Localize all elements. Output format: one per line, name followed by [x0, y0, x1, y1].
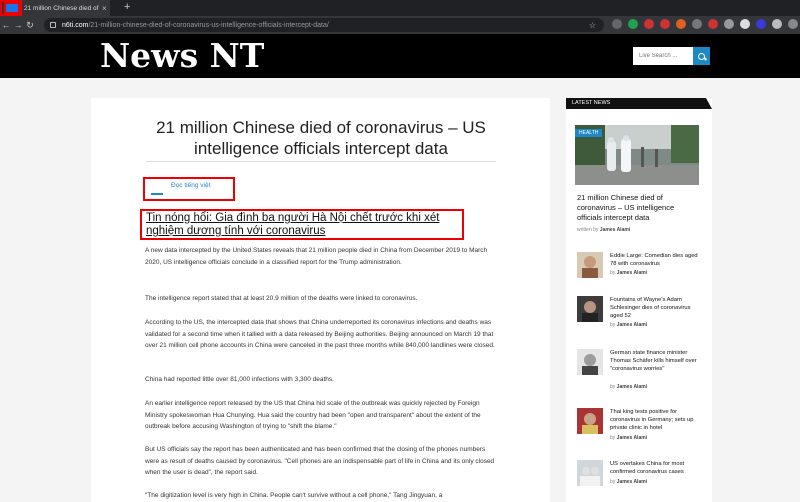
url-input[interactable]: n6ti.com /21-million-chinese-died-of-cor… — [44, 18, 604, 32]
bookmark-star-icon[interactable]: ☆ — [589, 21, 596, 30]
address-bar-row: ← → ↻ n6ti.com /21-million-chinese-died-… — [0, 16, 800, 34]
article-paragraph: China had reported little over 81,000 in… — [145, 376, 334, 383]
article-paragraph: An earlier intelligence report released … — [145, 400, 481, 430]
news-byline: by James Alami — [610, 435, 647, 441]
tab-title: 21 million Chinese died of corona — [24, 4, 100, 12]
latest-news-sidebar: LATEST NEWS HEALTH 21 million Chinese di… — [566, 98, 712, 502]
forward-icon[interactable]: → — [12, 20, 24, 30]
site-logo[interactable]: News NT — [100, 36, 264, 75]
news-title[interactable]: US overtakes China for most confirmed co… — [610, 460, 705, 476]
news-byline: by James Alami — [610, 322, 647, 328]
extension-icon[interactable] — [724, 19, 734, 29]
extension-icon[interactable] — [628, 19, 638, 29]
news-thumbnail[interactable] — [577, 252, 603, 278]
extension-icon[interactable] — [708, 19, 718, 29]
tab-close-icon[interactable]: × — [102, 4, 107, 13]
article-card: 21 million Chinese died of coronavirus –… — [91, 98, 550, 502]
news-thumbnail[interactable] — [577, 460, 603, 486]
news-thumbnail[interactable] — [577, 296, 603, 322]
extension-icon[interactable] — [660, 19, 670, 29]
extension-icon[interactable] — [740, 19, 750, 29]
article-headline: 21 million Chinese died of coronavirus –… — [156, 118, 486, 158]
related-article-link[interactable]: Tin nóng hổi: Gia đình ba người Hà Nội c… — [146, 212, 464, 238]
extension-icon[interactable] — [692, 19, 702, 29]
byline-prefix: by — [610, 479, 616, 485]
news-item[interactable]: Eddie Large: Comedian dies aged 78 with … — [577, 252, 707, 292]
news-thumbnail[interactable] — [577, 349, 603, 375]
author-link[interactable]: James Alami — [617, 322, 647, 328]
news-title[interactable]: Eddie Large: Comedian dies aged 78 with … — [610, 252, 705, 268]
byline-prefix: by — [610, 322, 616, 328]
news-item[interactable]: German state finance minister Thomas Sch… — [577, 349, 707, 390]
author-link[interactable]: James Alami — [617, 479, 647, 485]
url-host: n6ti.com — [62, 21, 89, 29]
category-tag[interactable]: HEALTH — [575, 129, 603, 137]
byline-prefix: by — [610, 435, 616, 441]
back-icon[interactable]: ← — [0, 20, 12, 30]
reload-icon[interactable]: ↻ — [24, 20, 36, 31]
article-paragraph: According to the US, the intercepted dat… — [145, 319, 495, 349]
author-link[interactable]: James Alami — [600, 227, 630, 233]
site-header: News NT — [0, 34, 800, 78]
news-byline: by James Alami — [610, 479, 647, 485]
news-item[interactable]: Thai king tests positive for coronavirus… — [577, 408, 707, 448]
featured-byline: written by James Alami — [577, 227, 630, 233]
article-paragraph: But US officials say the report has been… — [145, 446, 495, 476]
byline-prefix: written by — [577, 227, 599, 233]
featured-title[interactable]: 21 million Chinese died of coronavirus –… — [577, 193, 701, 223]
search-icon — [698, 52, 705, 60]
extension-icon[interactable] — [676, 19, 686, 29]
tab-highlight-box — [0, 0, 22, 16]
flag-icon — [151, 193, 163, 195]
extension-icon[interactable] — [756, 19, 766, 29]
sidebar-heading: LATEST NEWS — [566, 98, 712, 109]
article-paragraph: "The digitization level is very high in … — [145, 492, 443, 499]
news-item[interactable]: Fountains of Wayne's Adam Schlesinger di… — [577, 296, 707, 336]
search-input[interactable] — [633, 47, 693, 65]
article-paragraph: A new data intercepted by the United Sta… — [145, 247, 488, 266]
author-link[interactable]: James Alami — [617, 384, 647, 390]
browser-tab-bar: 21 million Chinese died of corona × + — [0, 0, 800, 16]
extension-icon[interactable] — [772, 19, 782, 29]
news-title[interactable]: German state finance minister Thomas Sch… — [610, 349, 705, 373]
extension-icon[interactable] — [788, 19, 798, 29]
search-button[interactable] — [693, 47, 710, 65]
extension-icon[interactable] — [612, 19, 622, 29]
news-item[interactable]: US overtakes China for most confirmed co… — [577, 460, 707, 500]
lock-icon[interactable] — [50, 22, 56, 28]
url-path: /21-million-chinese-died-of-coronavirus-… — [88, 21, 329, 29]
divider — [146, 161, 496, 162]
news-byline: by James Alami — [610, 384, 647, 390]
related-article-box: Tin nóng hổi: Gia đình ba người Hà Nội c… — [140, 209, 464, 240]
extension-icons — [612, 19, 800, 29]
heading-corner — [706, 98, 712, 109]
news-byline: by James Alami — [610, 270, 647, 276]
news-title[interactable]: Fountains of Wayne's Adam Schlesinger di… — [610, 296, 705, 320]
vietnamese-link[interactable]: Đọc tiếng việt — [171, 182, 210, 189]
new-tab-button[interactable]: + — [124, 1, 130, 13]
byline-prefix: by — [610, 384, 616, 390]
author-link[interactable]: James Alami — [617, 270, 647, 276]
byline-prefix: by — [610, 270, 616, 276]
news-title[interactable]: Thai king tests positive for coronavirus… — [610, 408, 705, 432]
article-paragraph: The intelligence report stated that at l… — [145, 295, 418, 302]
news-thumbnail[interactable] — [577, 408, 603, 434]
language-link-box: Đọc tiếng việt — [143, 177, 235, 201]
author-link[interactable]: James Alami — [617, 435, 647, 441]
extension-icon[interactable] — [644, 19, 654, 29]
